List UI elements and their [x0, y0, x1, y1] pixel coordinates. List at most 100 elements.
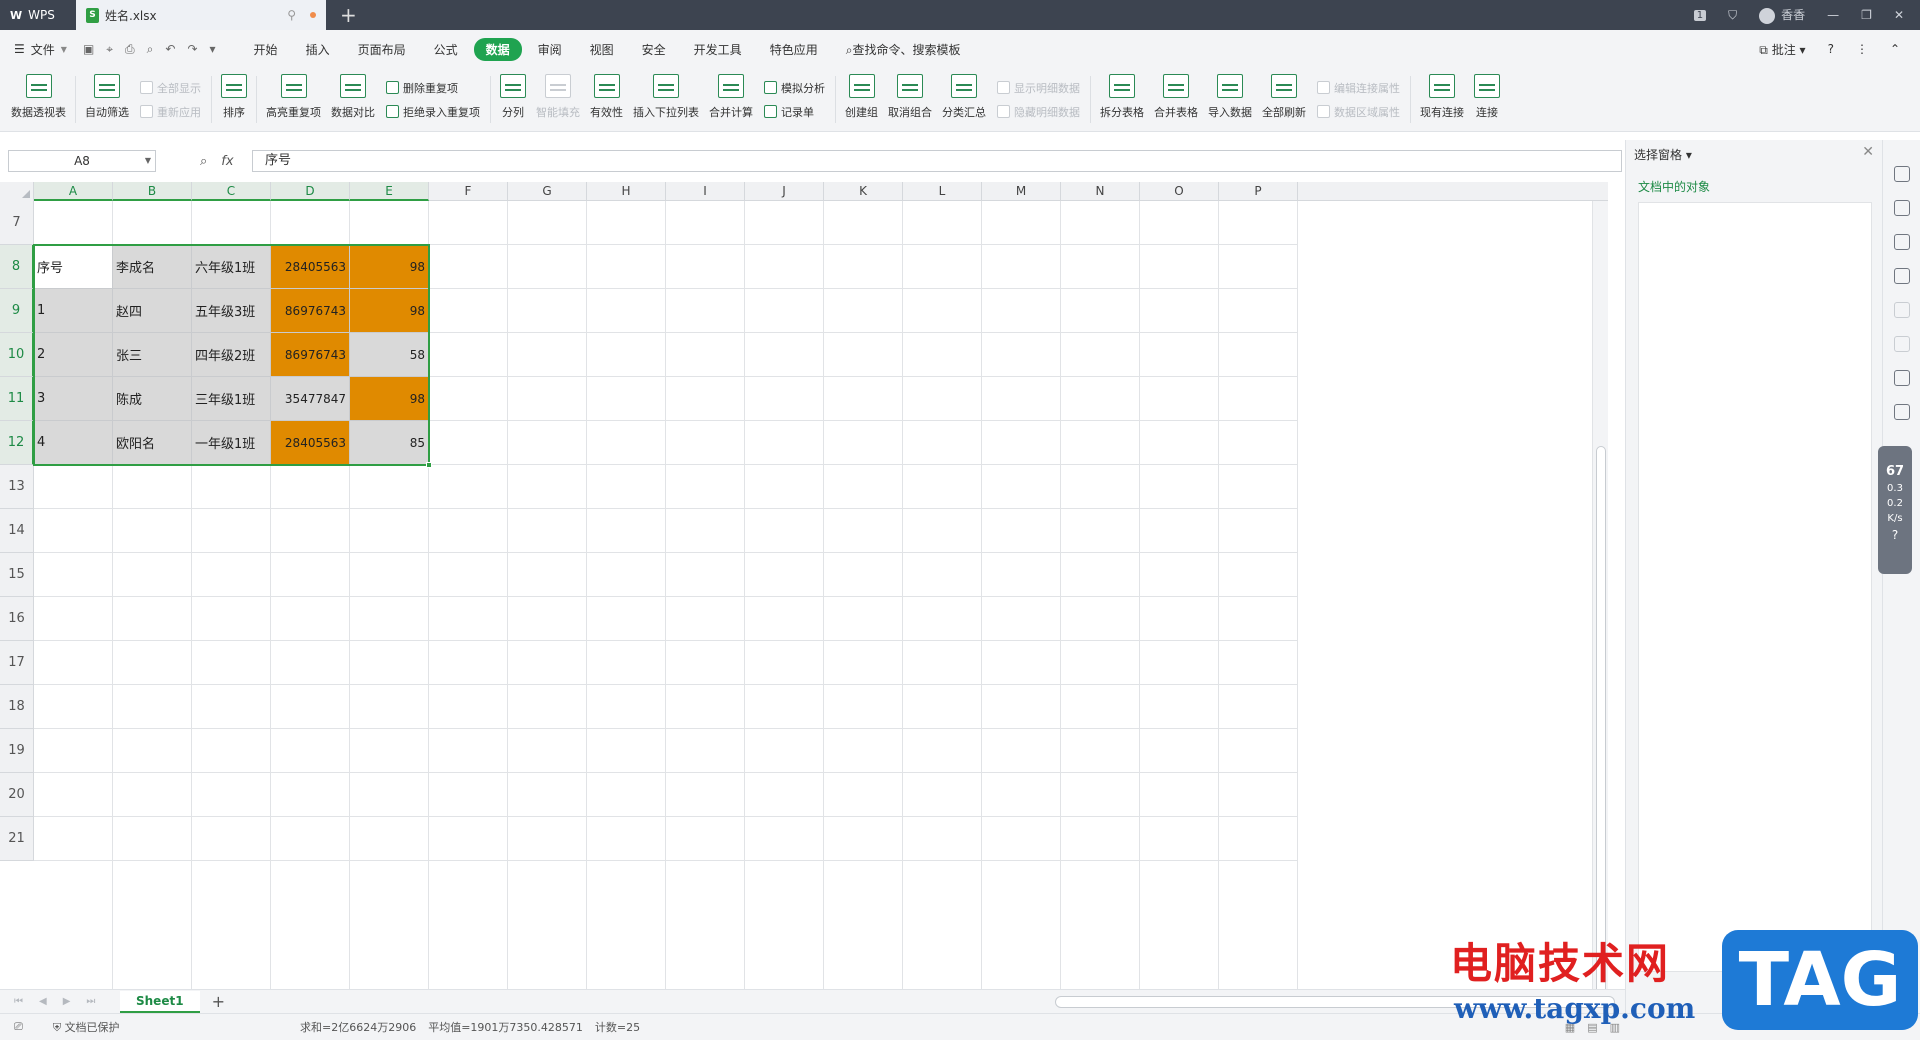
name-box[interactable]: A8 ▼ — [8, 150, 156, 172]
column-header-o[interactable]: O — [1140, 182, 1219, 201]
archive-icon[interactable] — [1893, 404, 1910, 420]
customize-icon[interactable]: ▾ — [210, 42, 216, 57]
menu-special[interactable]: 特色应用 — [758, 38, 830, 61]
selection-pane-title[interactable]: 选择窗格 ▾ — [1634, 146, 1692, 163]
page-break-view-icon[interactable]: ▥ — [1610, 1021, 1620, 1034]
column-header-d[interactable]: D — [271, 182, 350, 201]
cell-c9[interactable]: 五年级3班 — [192, 289, 271, 333]
column-header-h[interactable]: H — [587, 182, 666, 201]
row-header-17[interactable]: 17 — [0, 641, 34, 685]
column-header-m[interactable]: M — [982, 182, 1061, 201]
cell-b12[interactable]: 欧阳名 — [113, 421, 192, 465]
refresh-all-button[interactable]: 全部刷新 — [1257, 68, 1311, 131]
zoom-formula-icon[interactable]: ⌕ — [200, 154, 207, 169]
menu-review[interactable]: 审阅 — [526, 38, 574, 61]
cell-d12[interactable]: 28405563 — [271, 421, 350, 465]
last-sheet-icon[interactable]: ⏭ — [86, 996, 95, 1007]
ungroup-button[interactable]: 取消组合 — [883, 68, 937, 131]
prev-sheet-icon[interactable]: ◀ — [39, 996, 47, 1007]
edit-connection-button[interactable]: 编辑连接属性 — [1317, 80, 1400, 96]
column-header-c[interactable]: C — [192, 182, 271, 201]
cell-e8[interactable]: 98 — [350, 245, 429, 289]
menu-data[interactable]: 数据 — [473, 37, 522, 61]
cell-e12[interactable]: 85 — [350, 421, 429, 465]
sheet-tab-sheet1[interactable]: Sheet1 — [120, 990, 200, 1013]
column-header-l[interactable]: L — [903, 182, 982, 201]
pivot-table-button[interactable]: 数据透视表 — [6, 68, 71, 131]
cell-a12[interactable]: 4 — [34, 421, 113, 465]
cell-a10[interactable]: 2 — [34, 333, 113, 377]
average-readout[interactable]: 平均值=1901万7350.428571 — [428, 1019, 583, 1035]
cell-b10[interactable]: 张三 — [113, 333, 192, 377]
column-header-j[interactable]: J — [745, 182, 824, 201]
hide-detail-button[interactable]: 隐藏明细数据 — [997, 104, 1080, 120]
column-header-n[interactable]: N — [1061, 182, 1140, 201]
file-menu[interactable]: ☰ 文件 ▼ — [14, 41, 67, 58]
cell-d11[interactable]: 35477847 — [271, 377, 350, 421]
highlight-duplicates-button[interactable]: 高亮重复项 — [261, 68, 326, 131]
simulate-analysis-button[interactable]: 模拟分析 — [764, 80, 825, 96]
split-table-button[interactable]: 拆分表格 — [1095, 68, 1149, 131]
row-header-10[interactable]: 10 — [0, 333, 34, 377]
cell-c8[interactable]: 六年级1班 — [192, 245, 271, 289]
menu-view[interactable]: 视图 — [578, 38, 626, 61]
table-icon[interactable] — [1893, 268, 1910, 284]
cell-a9[interactable]: 1 — [34, 289, 113, 333]
row-header-21[interactable]: 21 — [0, 817, 34, 861]
normal-view-icon[interactable]: ▦ — [1565, 1021, 1575, 1034]
next-sheet-icon[interactable]: ▶ — [63, 996, 71, 1007]
menu-insert[interactable]: 插入 — [294, 38, 342, 61]
fill-handle[interactable] — [426, 462, 432, 468]
pin-icon[interactable]: ⚲ — [287, 8, 296, 22]
validity-button[interactable]: 有效性 — [585, 68, 628, 131]
cell-a8[interactable]: 序号 — [34, 245, 113, 289]
print-icon[interactable]: ⎙ — [125, 42, 135, 57]
show-detail-button[interactable]: 显示明细数据 — [997, 80, 1080, 96]
cell-e11[interactable]: 98 — [350, 377, 429, 421]
help-circle-icon[interactable]: ? — [1892, 528, 1898, 542]
data-compare-button[interactable]: 数据对比 — [326, 68, 380, 131]
consolidate-button[interactable]: 合并计算 — [704, 68, 758, 131]
vertical-scrollbar[interactable] — [1592, 201, 1608, 989]
row-header-11[interactable]: 11 — [0, 377, 34, 421]
row-header-13[interactable]: 13 — [0, 465, 34, 509]
row-header-12[interactable]: 12 — [0, 421, 34, 465]
sort-button[interactable]: 排序 — [216, 68, 252, 131]
cell-b11[interactable]: 陈成 — [113, 377, 192, 421]
column-header-p[interactable]: P — [1219, 182, 1298, 201]
protect-status[interactable]: ⛨ 文档已保护 — [53, 1019, 120, 1035]
row-header-18[interactable]: 18 — [0, 685, 34, 729]
new-tab-button[interactable]: + — [326, 0, 371, 30]
objects-list[interactable] — [1638, 202, 1872, 972]
collapse-ribbon-icon[interactable]: ⌃ — [1890, 42, 1900, 56]
user-account[interactable]: 香香 — [1759, 6, 1805, 24]
remove-duplicates-button[interactable]: 删除重复项 — [386, 80, 480, 96]
menu-security[interactable]: 安全 — [630, 38, 678, 61]
connect-button[interactable]: 连接 — [1469, 68, 1505, 131]
record-form-button[interactable]: 记录单 — [764, 104, 825, 120]
cell-d9[interactable]: 86976743 — [271, 289, 350, 333]
import-data-button[interactable]: 导入数据 — [1203, 68, 1257, 131]
cell-c11[interactable]: 三年级1班 — [192, 377, 271, 421]
cell-a11[interactable]: 3 — [34, 377, 113, 421]
menu-page-layout[interactable]: 页面布局 — [346, 38, 418, 61]
column-header-f[interactable]: F — [429, 182, 508, 201]
save-icon[interactable]: ▣ — [83, 42, 94, 57]
merge-table-button[interactable]: 合并表格 — [1149, 68, 1203, 131]
restore-icon[interactable]: ❐ — [1861, 8, 1872, 22]
existing-connections-button[interactable]: 现有连接 — [1415, 68, 1469, 131]
cell-b8[interactable]: 李成名 — [113, 245, 192, 289]
horizontal-scrollbar[interactable] — [1055, 995, 1615, 1008]
first-sheet-icon[interactable]: ⏮ — [14, 996, 23, 1007]
menu-developer[interactable]: 开发工具 — [682, 38, 754, 61]
cell-b9[interactable]: 赵四 — [113, 289, 192, 333]
minimize-icon[interactable]: — — [1827, 8, 1839, 22]
shapes-icon[interactable] — [1893, 200, 1910, 216]
page-layout-view-icon[interactable]: ▤ — [1587, 1021, 1597, 1034]
wps-home-tab[interactable]: W WPS — [0, 0, 76, 30]
column-header-e[interactable]: E — [350, 182, 429, 201]
row-header-16[interactable]: 16 — [0, 597, 34, 641]
undo-icon[interactable]: ↶ — [165, 42, 175, 57]
cell-e9[interactable]: 98 — [350, 289, 429, 333]
window-count-badge[interactable]: 1 — [1693, 9, 1707, 21]
